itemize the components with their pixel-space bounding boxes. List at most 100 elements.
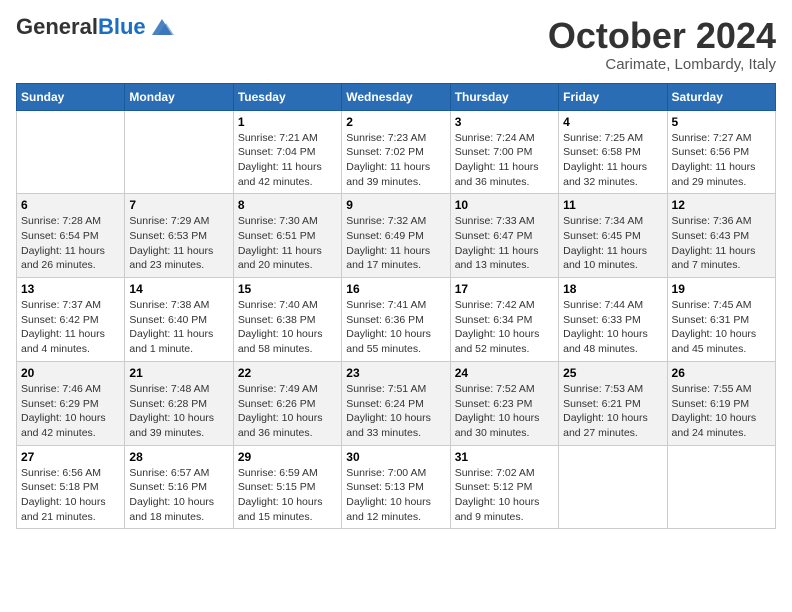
weekday-header: Wednesday	[342, 83, 450, 110]
calendar-cell: 18 Sunrise: 7:44 AMSunset: 6:33 PMDayligh…	[559, 278, 667, 362]
day-info: Sunrise: 7:33 AMSunset: 6:47 PMDaylight:…	[455, 214, 554, 273]
day-number: 19	[672, 282, 771, 296]
calendar-cell: 5Sunrise: 7:27 AMSunset: 6:56 PMDaylight…	[667, 110, 775, 194]
day-info: Sunrise: 6:57 AMSunset: 5:16 PMDaylight:…	[129, 466, 228, 525]
calendar-cell: 28 Sunrise: 6:57 AMSunset: 5:16 PMDayligh…	[125, 445, 233, 529]
calendar-cell: 14 Sunrise: 7:38 AMSunset: 6:40 PMDayligh…	[125, 278, 233, 362]
day-number: 13	[21, 282, 120, 296]
logo-icon	[148, 17, 176, 37]
day-info: Sunrise: 7:23 AMSunset: 7:02 PMDaylight:…	[346, 131, 445, 190]
day-info: Sunrise: 6:56 AMSunset: 5:18 PMDaylight:…	[21, 466, 120, 525]
day-info: Sunrise: 7:55 AMSunset: 6:19 PMDaylight:…	[672, 382, 771, 441]
calendar-cell: 6 Sunrise: 7:28 AMSunset: 6:54 PMDaylight…	[17, 194, 125, 278]
calendar-cell: 22 Sunrise: 7:49 AMSunset: 6:26 PMDayligh…	[233, 361, 341, 445]
day-info: Sunrise: 7:27 AMSunset: 6:56 PMDaylight:…	[672, 131, 771, 190]
header-row: SundayMondayTuesdayWednesdayThursdayFrid…	[17, 83, 776, 110]
day-number: 18	[563, 282, 662, 296]
calendar-cell: 26 Sunrise: 7:55 AMSunset: 6:19 PMDayligh…	[667, 361, 775, 445]
day-info: Sunrise: 7:41 AMSunset: 6:36 PMDaylight:…	[346, 298, 445, 357]
day-info: Sunrise: 7:53 AMSunset: 6:21 PMDaylight:…	[563, 382, 662, 441]
day-info: Sunrise: 7:36 AMSunset: 6:43 PMDaylight:…	[672, 214, 771, 273]
calendar-cell: 13Sunrise: 7:37 AMSunset: 6:42 PMDayligh…	[17, 278, 125, 362]
logo: GeneralBlue	[16, 16, 176, 38]
calendar-cell: 21 Sunrise: 7:48 AMSunset: 6:28 PMDayligh…	[125, 361, 233, 445]
calendar-cell: 11Sunrise: 7:34 AMSunset: 6:45 PMDayligh…	[559, 194, 667, 278]
day-number: 30	[346, 450, 445, 464]
day-info: Sunrise: 7:51 AMSunset: 6:24 PMDaylight:…	[346, 382, 445, 441]
day-number: 22	[238, 366, 337, 380]
day-info: Sunrise: 7:45 AMSunset: 6:31 PMDaylight:…	[672, 298, 771, 357]
calendar-week-row: 13Sunrise: 7:37 AMSunset: 6:42 PMDayligh…	[17, 278, 776, 362]
calendar-cell: 25Sunrise: 7:53 AMSunset: 6:21 PMDayligh…	[559, 361, 667, 445]
calendar-week-row: 20Sunrise: 7:46 AMSunset: 6:29 PMDayligh…	[17, 361, 776, 445]
day-number: 27	[21, 450, 120, 464]
calendar-cell: 19 Sunrise: 7:45 AMSunset: 6:31 PMDayligh…	[667, 278, 775, 362]
day-number: 23	[346, 366, 445, 380]
calendar-cell: 23 Sunrise: 7:51 AMSunset: 6:24 PMDayligh…	[342, 361, 450, 445]
day-info: Sunrise: 7:28 AMSunset: 6:54 PMDaylight:…	[21, 214, 120, 273]
weekday-header: Thursday	[450, 83, 558, 110]
day-number: 28	[129, 450, 228, 464]
calendar-cell: 15Sunrise: 7:40 AMSunset: 6:38 PMDayligh…	[233, 278, 341, 362]
calendar-cell	[17, 110, 125, 194]
calendar-cell: 10 Sunrise: 7:33 AMSunset: 6:47 PMDayligh…	[450, 194, 558, 278]
day-number: 7	[129, 198, 228, 212]
day-number: 14	[129, 282, 228, 296]
calendar-cell: 1 Sunrise: 7:21 AMSunset: 7:04 PMDaylight…	[233, 110, 341, 194]
day-number: 26	[672, 366, 771, 380]
day-info: Sunrise: 7:42 AMSunset: 6:34 PMDaylight:…	[455, 298, 554, 357]
day-info: Sunrise: 7:24 AMSunset: 7:00 PMDaylight:…	[455, 131, 554, 190]
day-number: 20	[21, 366, 120, 380]
calendar-week-row: 1 Sunrise: 7:21 AMSunset: 7:04 PMDaylight…	[17, 110, 776, 194]
calendar-cell: 29 Sunrise: 6:59 AMSunset: 5:15 PMDayligh…	[233, 445, 341, 529]
day-number: 29	[238, 450, 337, 464]
day-info: Sunrise: 7:32 AMSunset: 6:49 PMDaylight:…	[346, 214, 445, 273]
day-info: Sunrise: 7:34 AMSunset: 6:45 PMDaylight:…	[563, 214, 662, 273]
day-number: 8	[238, 198, 337, 212]
calendar-cell: 8 Sunrise: 7:30 AMSunset: 6:51 PMDaylight…	[233, 194, 341, 278]
title-block: October 2024 Carimate, Lombardy, Italy	[548, 16, 776, 73]
day-number: 3	[455, 115, 554, 129]
day-info: Sunrise: 6:59 AMSunset: 5:15 PMDaylight:…	[238, 466, 337, 525]
day-number: 4	[563, 115, 662, 129]
day-number: 16	[346, 282, 445, 296]
logo-text: GeneralBlue	[16, 16, 146, 38]
day-number: 21	[129, 366, 228, 380]
calendar-week-row: 6 Sunrise: 7:28 AMSunset: 6:54 PMDaylight…	[17, 194, 776, 278]
location-subtitle: Carimate, Lombardy, Italy	[548, 56, 776, 73]
calendar-header: SundayMondayTuesdayWednesdayThursdayFrid…	[17, 83, 776, 110]
day-info: Sunrise: 7:30 AMSunset: 6:51 PMDaylight:…	[238, 214, 337, 273]
day-number: 6	[21, 198, 120, 212]
day-number: 10	[455, 198, 554, 212]
day-info: Sunrise: 7:02 AMSunset: 5:12 PMDaylight:…	[455, 466, 554, 525]
calendar-cell	[125, 110, 233, 194]
weekday-header: Sunday	[17, 83, 125, 110]
weekday-header: Monday	[125, 83, 233, 110]
day-info: Sunrise: 7:25 AMSunset: 6:58 PMDaylight:…	[563, 131, 662, 190]
calendar-cell: 3 Sunrise: 7:24 AMSunset: 7:00 PMDaylight…	[450, 110, 558, 194]
calendar-table: SundayMondayTuesdayWednesdayThursdayFrid…	[16, 83, 776, 530]
calendar-week-row: 27 Sunrise: 6:56 AMSunset: 5:18 PMDayligh…	[17, 445, 776, 529]
calendar-cell: 16 Sunrise: 7:41 AMSunset: 6:36 PMDayligh…	[342, 278, 450, 362]
calendar-cell: 17Sunrise: 7:42 AMSunset: 6:34 PMDayligh…	[450, 278, 558, 362]
day-info: Sunrise: 7:00 AMSunset: 5:13 PMDaylight:…	[346, 466, 445, 525]
calendar-cell: 2 Sunrise: 7:23 AMSunset: 7:02 PMDaylight…	[342, 110, 450, 194]
day-info: Sunrise: 7:48 AMSunset: 6:28 PMDaylight:…	[129, 382, 228, 441]
month-title: October 2024	[548, 16, 776, 56]
weekday-header: Friday	[559, 83, 667, 110]
day-info: Sunrise: 7:38 AMSunset: 6:40 PMDaylight:…	[129, 298, 228, 357]
day-number: 2	[346, 115, 445, 129]
calendar-cell: 24Sunrise: 7:52 AMSunset: 6:23 PMDayligh…	[450, 361, 558, 445]
day-info: Sunrise: 7:49 AMSunset: 6:26 PMDaylight:…	[238, 382, 337, 441]
day-info: Sunrise: 7:40 AMSunset: 6:38 PMDaylight:…	[238, 298, 337, 357]
calendar-cell: 31 Sunrise: 7:02 AMSunset: 5:12 PMDayligh…	[450, 445, 558, 529]
day-info: Sunrise: 7:21 AMSunset: 7:04 PMDaylight:…	[238, 131, 337, 190]
calendar-cell: 9Sunrise: 7:32 AMSunset: 6:49 PMDaylight…	[342, 194, 450, 278]
day-number: 31	[455, 450, 554, 464]
calendar-cell: 12Sunrise: 7:36 AMSunset: 6:43 PMDayligh…	[667, 194, 775, 278]
calendar-cell	[667, 445, 775, 529]
calendar-body: 1 Sunrise: 7:21 AMSunset: 7:04 PMDaylight…	[17, 110, 776, 529]
day-number: 1	[238, 115, 337, 129]
calendar-cell: 4 Sunrise: 7:25 AMSunset: 6:58 PMDaylight…	[559, 110, 667, 194]
day-info: Sunrise: 7:44 AMSunset: 6:33 PMDaylight:…	[563, 298, 662, 357]
